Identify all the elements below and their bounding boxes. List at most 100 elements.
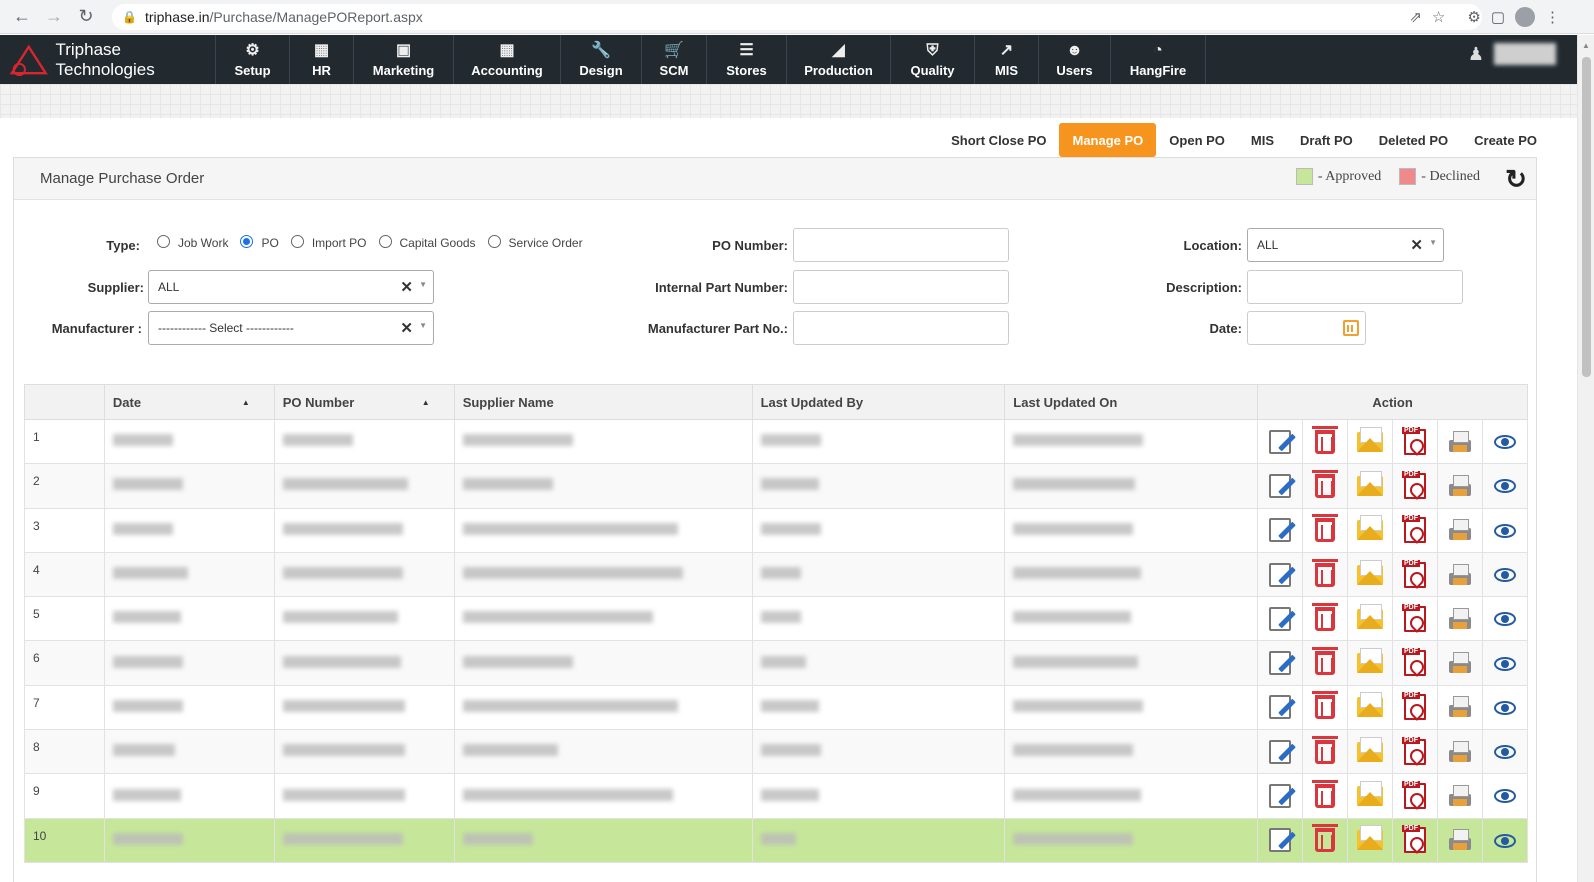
page-scrollbar[interactable]: ▲ xyxy=(1577,35,1594,882)
email-icon[interactable] xyxy=(1357,603,1384,629)
nav-design[interactable]: 🔧 Design xyxy=(560,35,641,84)
nav-hangfire[interactable]: ◔ HangFire xyxy=(1110,35,1206,84)
edit-icon[interactable] xyxy=(1269,828,1292,853)
nav-marketing[interactable]: ▣ Marketing xyxy=(353,35,453,84)
delete-icon[interactable] xyxy=(1312,780,1339,809)
table-row[interactable]: 3 xyxy=(24,507,1529,553)
clear-manufacturer-icon[interactable]: ✕ xyxy=(400,319,413,337)
email-icon[interactable] xyxy=(1357,470,1384,496)
col-last-updated-by[interactable]: Last Updated By xyxy=(751,384,1006,420)
print-icon[interactable] xyxy=(1448,740,1471,762)
pdf-icon[interactable] xyxy=(1401,781,1426,810)
nav-setup[interactable]: ⚙ Setup xyxy=(215,35,289,84)
email-icon[interactable] xyxy=(1357,648,1384,674)
sidepanel-icon[interactable]: ▢ xyxy=(1491,8,1505,26)
email-icon[interactable] xyxy=(1357,692,1384,718)
radio-job-work[interactable] xyxy=(157,234,170,248)
pdf-icon[interactable] xyxy=(1401,692,1426,721)
nav-mis[interactable]: ↗ MIS xyxy=(974,35,1038,84)
scroll-up-icon[interactable]: ▲ xyxy=(1582,41,1590,50)
edit-icon[interactable] xyxy=(1269,562,1292,587)
view-icon[interactable] xyxy=(1493,789,1516,804)
delete-icon[interactable] xyxy=(1312,647,1339,676)
pdf-icon[interactable] xyxy=(1401,515,1426,544)
table-row[interactable]: 1 xyxy=(24,418,1529,465)
nav-accounting[interactable]: ▦ Accounting xyxy=(453,35,560,84)
pdf-icon[interactable] xyxy=(1401,470,1426,499)
supplier-select[interactable]: ALL ✕ ▼ xyxy=(148,270,434,304)
table-row[interactable]: 8 xyxy=(24,729,1529,775)
print-icon[interactable] xyxy=(1448,785,1471,807)
edit-icon[interactable] xyxy=(1269,784,1292,809)
internal-part-input[interactable] xyxy=(793,270,1009,304)
delete-icon[interactable] xyxy=(1312,602,1339,631)
date-input[interactable] xyxy=(1247,311,1366,345)
edit-icon[interactable] xyxy=(1269,429,1292,454)
delete-icon[interactable] xyxy=(1312,469,1339,498)
radio-service-order[interactable] xyxy=(487,234,501,248)
view-icon[interactable] xyxy=(1493,745,1516,760)
pdf-icon[interactable] xyxy=(1401,559,1426,588)
tab-mis[interactable]: MIS xyxy=(1238,123,1287,157)
email-icon[interactable] xyxy=(1357,426,1384,452)
table-row[interactable]: 5 xyxy=(24,596,1529,642)
delete-icon[interactable] xyxy=(1312,691,1339,720)
edit-icon[interactable] xyxy=(1269,606,1292,631)
col-supplier-name[interactable]: Supplier Name xyxy=(453,384,753,420)
view-icon[interactable] xyxy=(1493,612,1516,627)
view-icon[interactable] xyxy=(1493,700,1516,715)
tab-create-po[interactable]: Create PO xyxy=(1461,123,1550,157)
nav-hr[interactable]: ▦ HR xyxy=(289,35,353,84)
manufacturer-select[interactable]: ------------ Select ------------ ✕ ▼ xyxy=(148,311,434,345)
pdf-icon[interactable] xyxy=(1401,825,1426,854)
delete-icon[interactable] xyxy=(1312,514,1339,543)
sort-asc-icon[interactable]: ▲ xyxy=(242,398,250,407)
print-icon[interactable] xyxy=(1448,607,1471,629)
col-last-updated-on[interactable]: Last Updated On xyxy=(1004,384,1259,420)
mfr-part-input[interactable] xyxy=(793,311,1009,345)
delete-icon[interactable] xyxy=(1312,425,1339,454)
brand[interactable]: Triphase Technologies xyxy=(0,35,215,84)
view-icon[interactable] xyxy=(1493,833,1516,848)
calendar-icon[interactable] xyxy=(1343,320,1359,336)
location-select[interactable]: ALL ✕ ▼ xyxy=(1247,228,1444,262)
print-icon[interactable] xyxy=(1448,829,1471,851)
extensions-icon[interactable]: ⚙ xyxy=(1467,8,1480,26)
print-icon[interactable] xyxy=(1448,696,1471,718)
reload-icon[interactable]: ↻ xyxy=(70,1,102,33)
edit-icon[interactable] xyxy=(1269,651,1292,676)
delete-icon[interactable] xyxy=(1312,824,1339,853)
table-row[interactable]: 4 xyxy=(24,551,1529,598)
col-date[interactable]: Date ▲ xyxy=(103,384,275,420)
table-row[interactable]: 6 xyxy=(24,640,1529,686)
view-icon[interactable] xyxy=(1493,523,1516,538)
sort-asc-icon[interactable]: ▲ xyxy=(422,398,430,407)
view-icon[interactable] xyxy=(1493,479,1516,494)
edit-icon[interactable] xyxy=(1269,695,1292,720)
tab-draft-po[interactable]: Draft PO xyxy=(1287,123,1366,157)
tab-short-close-po[interactable]: Short Close PO xyxy=(938,123,1059,157)
email-icon[interactable] xyxy=(1357,781,1384,807)
tab-deleted-po[interactable]: Deleted PO xyxy=(1366,123,1461,157)
scrollbar-thumb[interactable] xyxy=(1582,57,1591,377)
email-icon[interactable] xyxy=(1357,559,1384,585)
nav-production[interactable]: ◢ Production xyxy=(786,35,890,84)
print-icon[interactable] xyxy=(1448,519,1471,541)
print-icon[interactable] xyxy=(1448,430,1471,452)
share-icon[interactable]: ⇗ xyxy=(1409,8,1422,26)
edit-icon[interactable] xyxy=(1269,473,1292,498)
edit-icon[interactable] xyxy=(1269,739,1292,764)
back-icon[interactable]: ← xyxy=(6,1,38,33)
edit-icon[interactable] xyxy=(1269,518,1292,543)
pdf-icon[interactable] xyxy=(1401,648,1426,677)
nav-stores[interactable]: ☰ Stores xyxy=(706,35,786,84)
radio-import-po[interactable] xyxy=(290,234,304,248)
radio-capital-goods[interactable] xyxy=(378,234,392,248)
print-icon[interactable] xyxy=(1448,563,1471,585)
col-po-number[interactable]: PO Number ▲ xyxy=(273,384,455,420)
description-input[interactable] xyxy=(1247,270,1463,304)
tab-open-po[interactable]: Open PO xyxy=(1156,123,1238,157)
pdf-icon[interactable] xyxy=(1401,426,1426,455)
view-icon[interactable] xyxy=(1493,656,1516,671)
table-row[interactable]: 10 xyxy=(24,817,1529,863)
